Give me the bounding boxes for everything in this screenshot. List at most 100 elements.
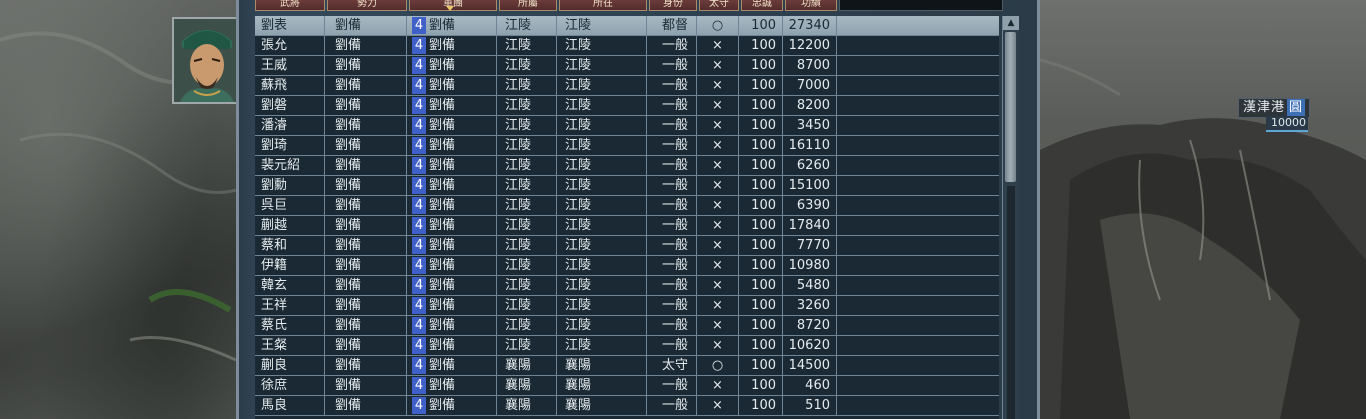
army-cell: 4 劉備: [407, 16, 497, 35]
row-filler: [837, 356, 999, 375]
table-row[interactable]: 王祥 劉備 4 劉備 江陵 江陵 一般 × 100 3260: [255, 296, 999, 316]
header-extra: [839, 0, 1003, 11]
table-row[interactable]: 張允 劉備 4 劉備 江陵 江陵 一般 × 100 12200: [255, 36, 999, 56]
belong-cell: 江陵: [497, 116, 557, 135]
governor-cell: ×: [697, 116, 739, 135]
merit-cell: 17840: [783, 216, 837, 235]
loyalty-cell: 100: [739, 96, 783, 115]
table-row[interactable]: 徐庶 劉備 4 劉備 襄陽 襄陽 一般 × 100 460: [255, 376, 999, 396]
location-cell: 江陵: [557, 16, 647, 35]
governor-cell: ×: [697, 196, 739, 215]
table-row[interactable]: 蒯良 劉備 4 劉備 襄陽 襄陽 太守 ○ 100 14500: [255, 356, 999, 376]
header-officer[interactable]: 武將: [255, 0, 325, 11]
table-row[interactable]: 劉磐 劉備 4 劉備 江陵 江陵 一般 × 100 8200: [255, 96, 999, 116]
loyalty-cell: 100: [739, 156, 783, 175]
table-row[interactable]: 王粲 劉備 4 劉備 江陵 江陵 一般 × 100 10620: [255, 336, 999, 356]
table-row[interactable]: 蘇飛 劉備 4 劉備 江陵 江陵 一般 × 100 7000: [255, 76, 999, 96]
army-cell: 4 劉備: [407, 76, 497, 95]
header-faction[interactable]: 勢力: [327, 0, 407, 11]
faction-cell: 劉備: [325, 396, 407, 415]
location-cell: 襄陽: [557, 376, 647, 395]
governor-cell: ×: [697, 396, 739, 415]
army-name: 劉備: [429, 278, 456, 293]
loyalty-cell: 100: [739, 56, 783, 75]
table-row[interactable]: 蔡氏 劉備 4 劉備 江陵 江陵 一般 × 100 8720: [255, 316, 999, 336]
header-belong[interactable]: 所屬: [499, 0, 557, 11]
table-row[interactable]: 韓玄 劉備 4 劉備 江陵 江陵 一般 × 100 5480: [255, 276, 999, 296]
loyalty-cell: 100: [739, 16, 783, 35]
location-cell: 襄陽: [557, 356, 647, 375]
scroll-track[interactable]: [1007, 186, 1015, 419]
governor-cell: ×: [697, 296, 739, 315]
header-merit[interactable]: 功績: [785, 0, 837, 11]
row-filler: [837, 36, 999, 55]
belong-cell: 江陵: [497, 276, 557, 295]
rank-cell: 一般: [647, 56, 697, 75]
officer-table: 劉表 劉備 4 劉備 江陵 江陵 都督 ○ 100 27340 張允 劉備 4 劉備 江陵 江陵 一般 × 100 1…: [255, 16, 999, 419]
army-name: 劉備: [429, 338, 456, 353]
merit-cell: 27340: [783, 16, 837, 35]
loyalty-cell: 100: [739, 196, 783, 215]
rank-cell: 一般: [647, 96, 697, 115]
officer-name-cell: 潘濬: [255, 116, 325, 135]
army-number-badge: 4: [412, 137, 426, 154]
row-filler: [837, 196, 999, 215]
table-row[interactable]: 蒯越 劉備 4 劉備 江陵 江陵 一般 × 100 17840: [255, 216, 999, 236]
header-rank[interactable]: 身份: [649, 0, 697, 11]
governor-cell: ×: [697, 256, 739, 275]
faction-cell: 劉備: [325, 56, 407, 75]
army-cell: 4 劉備: [407, 316, 497, 335]
header-loyalty[interactable]: 忠誠: [741, 0, 783, 11]
table-row[interactable]: 伊籍 劉備 4 劉備 江陵 江陵 一般 × 100 10980: [255, 256, 999, 276]
governor-cell: ×: [697, 36, 739, 55]
loyalty-cell: 100: [739, 76, 783, 95]
scroll-thumb[interactable]: [1005, 32, 1016, 182]
table-row[interactable]: 潘濬 劉備 4 劉備 江陵 江陵 一般 × 100 3450: [255, 116, 999, 136]
army-name: 劉備: [429, 198, 456, 213]
army-number-badge: 4: [412, 337, 426, 354]
table-row[interactable]: 劉表 劉備 4 劉備 江陵 江陵 都督 ○ 100 27340: [255, 16, 999, 36]
merit-cell: 10620: [783, 336, 837, 355]
table-row[interactable]: 劉琦 劉備 4 劉備 江陵 江陵 一般 × 100 16110: [255, 136, 999, 156]
table-row[interactable]: 劉勳 劉備 4 劉備 江陵 江陵 一般 × 100 15100: [255, 176, 999, 196]
table-row[interactable]: 馬良 劉備 4 劉備 襄陽 襄陽 一般 × 100 510: [255, 396, 999, 416]
table-row[interactable]: 王威 劉備 4 劉備 江陵 江陵 一般 × 100 8700: [255, 56, 999, 76]
army-name: 劉備: [429, 258, 456, 273]
row-filler: [837, 136, 999, 155]
table-scrollbar[interactable]: ▲: [1002, 16, 1019, 419]
table-row[interactable]: 蔡和 劉備 4 劉備 江陵 江陵 一般 × 100 7770: [255, 236, 999, 256]
army-cell: 4 劉備: [407, 256, 497, 275]
rank-cell: 一般: [647, 396, 697, 415]
rank-cell: 一般: [647, 336, 697, 355]
merit-cell: 3260: [783, 296, 837, 315]
row-filler: [837, 336, 999, 355]
officer-name-cell: 王威: [255, 56, 325, 75]
rank-cell: 一般: [647, 236, 697, 255]
scroll-up-arrow-icon[interactable]: ▲: [1003, 16, 1019, 30]
army-cell: 4 劉備: [407, 376, 497, 395]
header-location[interactable]: 所在: [559, 0, 647, 11]
table-row[interactable]: 裴元紹 劉備 4 劉備 江陵 江陵 一般 × 100 6260: [255, 156, 999, 176]
army-name: 劉備: [429, 298, 456, 313]
header-governor[interactable]: 太守: [699, 0, 739, 11]
army-cell: 4 劉備: [407, 336, 497, 355]
row-filler: [837, 216, 999, 235]
belong-cell: 江陵: [497, 256, 557, 275]
army-number-badge: 4: [412, 177, 426, 194]
army-number-badge: 4: [412, 377, 426, 394]
faction-cell: 劉備: [325, 36, 407, 55]
rank-cell: 一般: [647, 156, 697, 175]
army-name: 劉備: [429, 58, 456, 73]
map-location-label[interactable]: 漢津港圓: [1238, 98, 1311, 118]
army-number-badge: 4: [412, 237, 426, 254]
officer-name-cell: 蒯良: [255, 356, 325, 375]
officer-portrait: [172, 17, 242, 104]
army-name: 劉備: [429, 18, 456, 33]
army-number-badge: 4: [412, 217, 426, 234]
row-filler: [837, 56, 999, 75]
army-cell: 4 劉備: [407, 96, 497, 115]
merit-cell: 8700: [783, 56, 837, 75]
officer-name-cell: 呉巨: [255, 196, 325, 215]
merit-cell: 6260: [783, 156, 837, 175]
table-row[interactable]: 呉巨 劉備 4 劉備 江陵 江陵 一般 × 100 6390: [255, 196, 999, 216]
